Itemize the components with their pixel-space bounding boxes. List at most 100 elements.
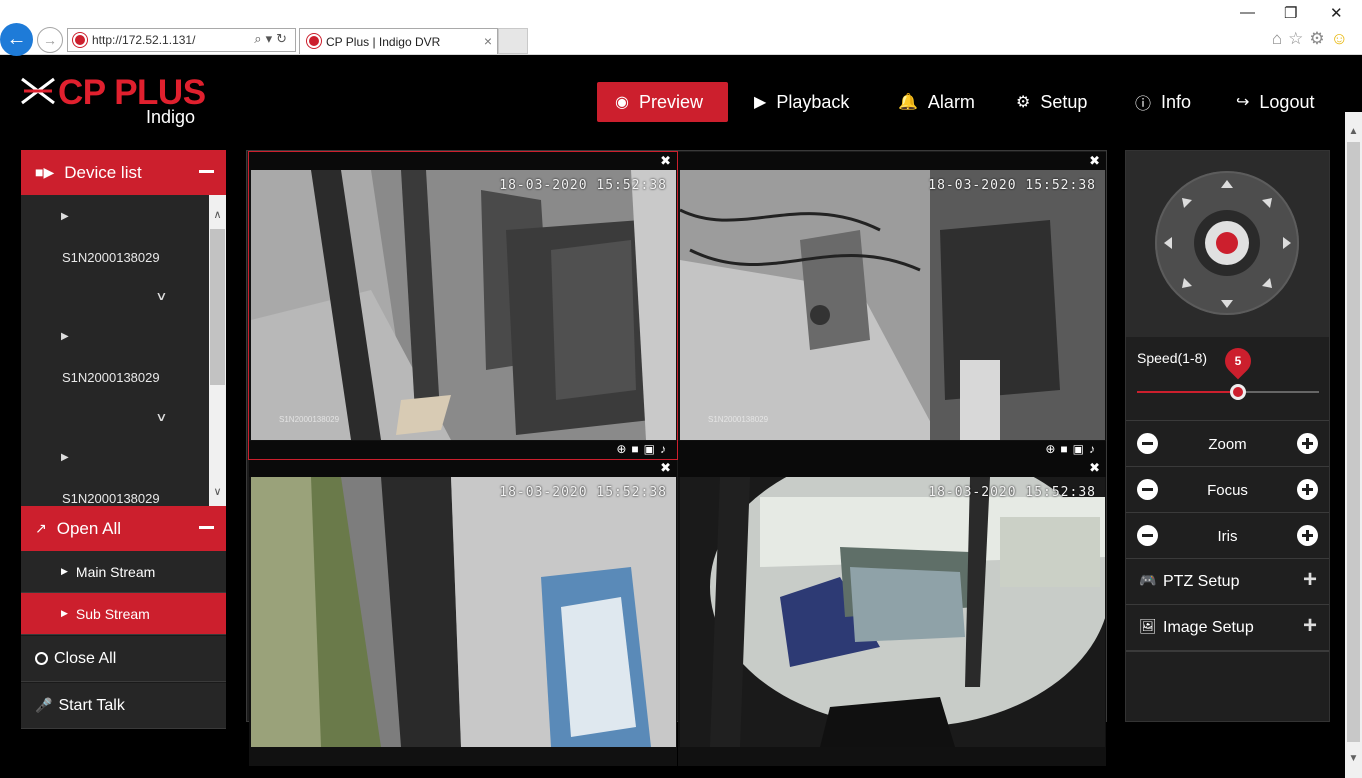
nav-playback[interactable]: ▶ Playback xyxy=(736,82,867,122)
snapshot-icon[interactable]: ▣ xyxy=(1073,442,1089,456)
home-icon[interactable]: ⌂ xyxy=(1272,29,1288,48)
address-bar[interactable]: http://172.52.1.131/ ⌕▾↻ xyxy=(67,28,296,52)
close-window-icon[interactable]: ✕ xyxy=(1330,4,1343,22)
device-item[interactable]: S1N2000138029 xyxy=(62,250,160,265)
scroll-thumb[interactable] xyxy=(210,229,225,385)
device-tree: ▶ S1N2000138029 ∨ ▶ S1N2000138029 ∨ ▶ S1… xyxy=(21,195,226,506)
expand-plus-icon[interactable]: + xyxy=(1303,566,1317,594)
device-item[interactable]: S1N2000138029 xyxy=(62,491,160,506)
open-all-button[interactable]: ↗ Open All xyxy=(21,506,226,551)
browser-tab[interactable]: CP Plus | Indigo DVR × xyxy=(299,28,498,54)
chevron-down-icon[interactable]: ∨ xyxy=(155,410,167,424)
window-scrollbar[interactable]: ▲ ▼ xyxy=(1345,112,1362,778)
nav-preview[interactable]: ◉ Preview xyxy=(597,82,728,122)
caret-right-icon: ▶ xyxy=(61,566,68,576)
speed-slider-handle[interactable] xyxy=(1230,384,1246,400)
bell-icon: 🔔 xyxy=(898,94,918,111)
video-controls[interactable]: ⊕■▣♪ xyxy=(1045,442,1100,456)
camera-feed-2[interactable] xyxy=(680,170,1105,440)
record-icon[interactable]: ■ xyxy=(631,442,643,456)
start-talk-label: Start Talk xyxy=(58,696,125,714)
nav-logout-label: Logout xyxy=(1259,91,1315,112)
chevron-down-icon[interactable]: ∨ xyxy=(155,289,167,303)
close-video-icon[interactable]: ✖ xyxy=(1089,460,1100,476)
close-video-icon[interactable]: ✖ xyxy=(1089,153,1100,169)
info-icon: ⓘ xyxy=(1135,96,1152,113)
close-all-label: Close All xyxy=(54,649,117,667)
audio-icon[interactable]: ♪ xyxy=(1089,442,1100,456)
camera-feed-3[interactable] xyxy=(251,477,676,747)
address-tools-icon[interactable]: ⌕▾↻ xyxy=(254,31,291,47)
start-talk-button[interactable]: 🎤 Start Talk xyxy=(21,683,226,729)
audio-icon[interactable]: ♪ xyxy=(660,442,671,456)
timestamp: 18-03-2020 15:52:38 xyxy=(499,178,667,193)
camera-feed-1[interactable] xyxy=(251,170,676,440)
timestamp: 18-03-2020 15:52:38 xyxy=(928,485,1096,500)
device-list-scrollbar[interactable]: ∧ ∨ xyxy=(209,195,226,506)
iris-plus-icon[interactable] xyxy=(1297,525,1318,546)
main-stream-option[interactable]: ▶ Main Stream xyxy=(21,551,226,593)
settings-gear-icon[interactable]: ⚙ xyxy=(1309,29,1330,48)
close-video-icon[interactable]: ✖ xyxy=(660,460,671,476)
sub-stream-label: Sub Stream xyxy=(75,605,150,622)
speed-slider[interactable] xyxy=(1137,384,1319,400)
scroll-down-icon[interactable]: ∨ xyxy=(209,484,226,501)
nav-logout[interactable]: ↪ Logout xyxy=(1218,82,1332,122)
zoom-icon[interactable]: ⊕ xyxy=(1045,442,1060,456)
logo-x-icon xyxy=(21,77,55,105)
nav-info[interactable]: ⓘ Info xyxy=(1117,82,1209,122)
camera-cell-2[interactable]: ✖ 18-03-2020 15:52:38 S1N2000138029 ⊕■▣♪ xyxy=(678,152,1106,459)
collapse-icon[interactable] xyxy=(199,170,214,173)
ptz-panel: Speed(1-8) 5 Zoom Focus Iris 🎮 PTZ Setup… xyxy=(1125,150,1330,722)
camera-cell-3[interactable]: ✖ 18-03-2020 15:52:38 xyxy=(249,459,677,766)
back-arrow-icon[interactable]: ← xyxy=(0,23,33,56)
close-all-button[interactable]: Close All xyxy=(21,636,226,682)
minimize-icon[interactable]: — xyxy=(1240,4,1255,21)
camera-cell-1[interactable]: ✖ 18-03-2020 15:52:38 S1N2000138029 ⊕■▣♪ xyxy=(248,151,678,460)
device-item[interactable]: S1N2000138029 xyxy=(62,370,160,385)
expand-caret-icon[interactable]: ▶ xyxy=(61,211,69,222)
video-controls[interactable]: ⊕■▣♪ xyxy=(616,442,671,456)
forward-arrow-icon[interactable]: → xyxy=(37,27,63,53)
zoom-icon[interactable]: ⊕ xyxy=(616,442,631,456)
camera-cell-4[interactable]: ✖ 18-03-2020 15:52:38 xyxy=(678,459,1106,766)
tab-title: CP Plus | Indigo DVR xyxy=(326,35,441,49)
speed-value: 5 xyxy=(1234,354,1242,368)
ptz-setup-section[interactable]: 🎮 PTZ Setup + xyxy=(1126,558,1329,604)
expand-caret-icon[interactable]: ▶ xyxy=(61,452,69,463)
expand-plus-icon[interactable]: + xyxy=(1303,612,1317,640)
feedback-smiley-icon[interactable]: ☺ xyxy=(1331,29,1354,48)
ptz-setup-label: PTZ Setup xyxy=(1163,573,1240,590)
focus-control: Focus xyxy=(1126,466,1329,512)
snapshot-icon[interactable]: ▣ xyxy=(644,442,660,456)
nav-setup-label: Setup xyxy=(1040,91,1088,112)
tab-close-icon[interactable]: × xyxy=(484,33,492,49)
nav-setup[interactable]: ⚙ Setup xyxy=(998,82,1105,122)
window-scroll-thumb[interactable] xyxy=(1347,142,1360,742)
new-tab-button[interactable] xyxy=(498,28,528,54)
open-all-label: Open All xyxy=(56,518,121,538)
camera-feed-4[interactable] xyxy=(680,477,1105,747)
tab-favicon-icon xyxy=(307,34,321,48)
favorites-star-icon[interactable]: ☆ xyxy=(1288,29,1309,48)
window-scroll-down-icon[interactable]: ▼ xyxy=(1345,753,1362,764)
record-icon[interactable]: ■ xyxy=(1060,442,1072,456)
nav-alarm[interactable]: 🔔 Alarm xyxy=(880,82,993,122)
sub-stream-option[interactable]: ▶ Sub Stream xyxy=(21,593,226,635)
ptz-joystick[interactable] xyxy=(1126,151,1329,337)
restore-icon[interactable]: ❐ xyxy=(1284,4,1297,22)
microphone-icon: 🎤 xyxy=(35,697,53,713)
nav-preview-label: Preview xyxy=(638,91,703,112)
window-scroll-up-icon[interactable]: ▲ xyxy=(1345,126,1362,137)
close-video-icon[interactable]: ✖ xyxy=(660,153,671,169)
device-list-header[interactable]: ■▶ Device list xyxy=(21,150,226,195)
zoom-in-icon[interactable] xyxy=(1297,433,1318,454)
collapse-icon[interactable] xyxy=(199,526,214,529)
external-link-icon: ↗ xyxy=(35,520,47,536)
image-setup-section[interactable]: 🖼 Image Setup + xyxy=(1126,604,1329,650)
expand-caret-icon[interactable]: ▶ xyxy=(61,331,69,342)
focus-plus-icon[interactable] xyxy=(1297,479,1318,500)
nav-info-label: Info xyxy=(1161,91,1192,112)
address-url[interactable]: http://172.52.1.131/ xyxy=(92,33,195,47)
scroll-up-icon[interactable]: ∧ xyxy=(209,207,226,224)
